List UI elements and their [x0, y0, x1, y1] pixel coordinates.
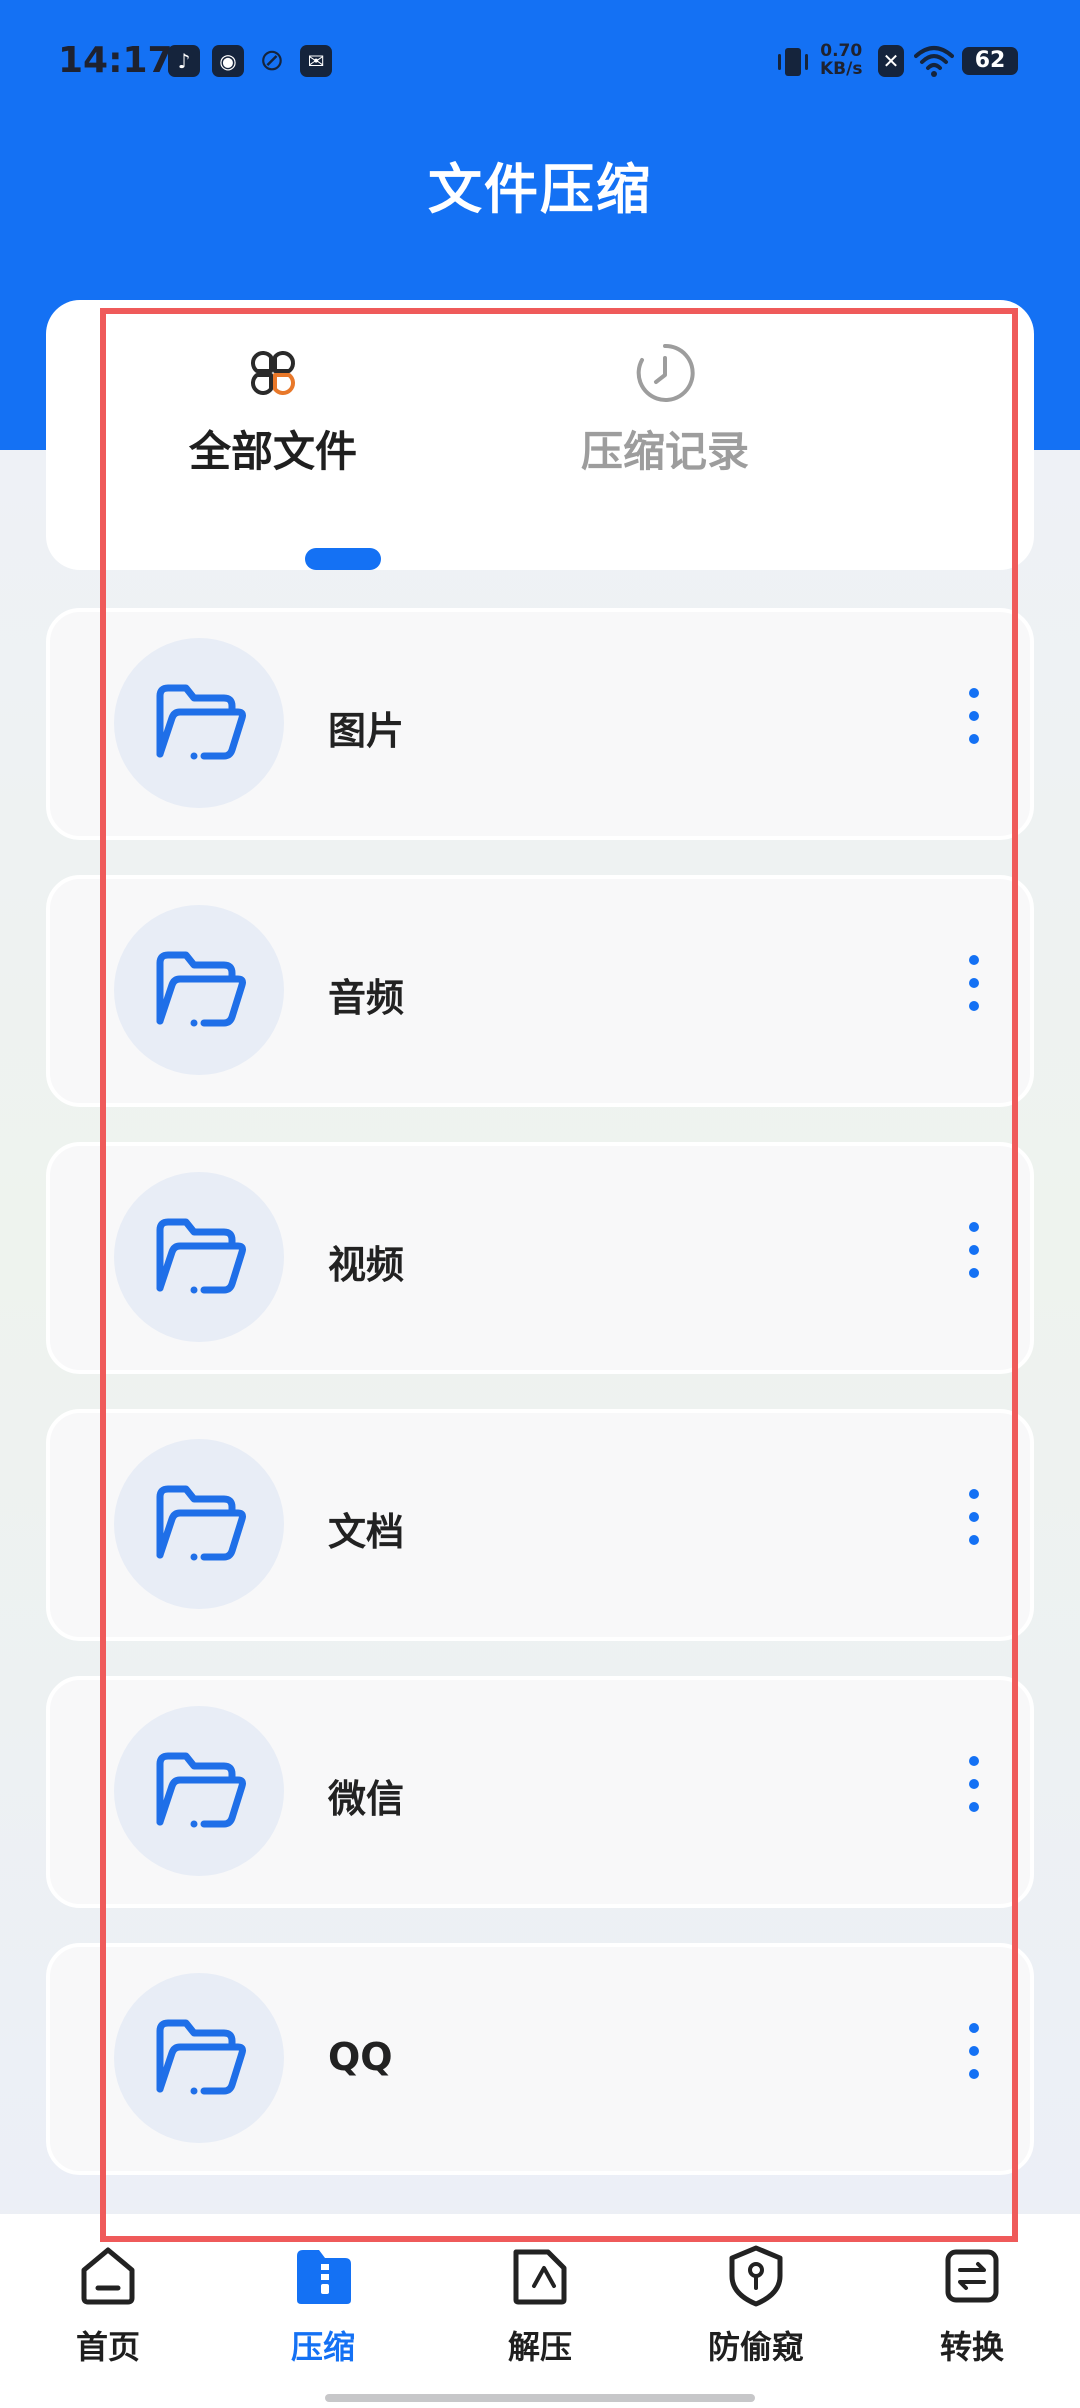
clock-icon	[636, 343, 695, 402]
nav-anti-peep-label: 防偷窥	[707, 2328, 804, 2366]
page-title: 文件压缩	[428, 158, 652, 221]
folder-label: QQ	[328, 2035, 393, 2079]
status-time: 14:17	[58, 40, 173, 81]
folder-item-audio[interactable]: 音频	[46, 875, 1034, 1107]
more-options-button[interactable]	[960, 688, 988, 768]
unzip-icon	[513, 2249, 567, 2305]
folder-icon-container	[114, 1439, 284, 1609]
home-icon	[81, 2247, 135, 2305]
nav-home-label: 首页	[75, 2328, 140, 2366]
network-speed: 0.70 KB/s	[820, 42, 862, 78]
folder-icon-container	[114, 1706, 284, 1876]
tab-all-files[interactable]: 全部文件	[143, 340, 403, 479]
tab-all-files-label: 全部文件	[188, 427, 357, 476]
folder-item-images[interactable]: 图片	[46, 608, 1034, 840]
network-speed-value: 0.70	[820, 41, 863, 61]
active-tab-indicator	[305, 548, 381, 570]
tiktok-icon: ♪	[168, 45, 200, 77]
more-options-button[interactable]	[960, 1222, 988, 1302]
sim-icon: ✕	[878, 45, 904, 77]
more-options-button[interactable]	[960, 955, 988, 1035]
network-speed-unit: KB/s	[820, 59, 863, 79]
more-options-button[interactable]	[960, 2023, 988, 2103]
folder-icon-container	[114, 638, 284, 808]
folder-label: 音频	[328, 976, 405, 1020]
tab-card: 全部文件 压缩记录	[46, 300, 1034, 570]
folder-icon	[156, 1485, 246, 1561]
folder-icon-container	[114, 1172, 284, 1342]
folder-item-qq[interactable]: QQ	[46, 1943, 1034, 2175]
zip-icon	[297, 2250, 351, 2304]
folder-icon	[156, 684, 246, 760]
nav-decompress-label: 解压	[507, 2328, 572, 2366]
nav-compress[interactable]: 压缩	[253, 2244, 393, 2368]
battery-indicator: 62	[962, 47, 1018, 75]
folder-item-documents[interactable]: 文档	[46, 1409, 1034, 1641]
folder-item-video[interactable]: 视频	[46, 1142, 1034, 1374]
shield-icon	[729, 2245, 783, 2307]
nav-convert[interactable]: 转换	[902, 2244, 1042, 2368]
folder-label: 图片	[328, 709, 405, 753]
clover-icon	[251, 351, 295, 395]
folder-label: 视频	[328, 1243, 405, 1287]
bottom-nav: 首页 压缩 解压 防偷窥 转换	[0, 2214, 1080, 2408]
more-options-button[interactable]	[960, 1489, 988, 1569]
folder-label: 文档	[328, 1510, 405, 1554]
more-options-button[interactable]	[960, 1756, 988, 1836]
nav-home[interactable]: 首页	[38, 2244, 178, 2368]
status-bar: 14:17 ♪ ◉ ⊘ ✉ 0.70 KB/s ✕ 62	[0, 0, 1080, 130]
folder-icon	[156, 951, 246, 1027]
tab-compress-history-label: 压缩记录	[580, 427, 749, 476]
folder-icon	[156, 1752, 246, 1828]
folder-item-wechat[interactable]: 微信	[46, 1676, 1034, 1908]
nav-anti-peep[interactable]: 防偷窥	[686, 2244, 826, 2368]
home-indicator	[325, 2394, 755, 2402]
mail-app-icon: ✉	[300, 45, 332, 77]
folder-icon-container	[114, 1973, 284, 2143]
folder-icon	[156, 1218, 246, 1294]
folder-label: 微信	[328, 1777, 405, 1821]
nav-compress-label: 压缩	[290, 2328, 355, 2366]
nav-decompress[interactable]: 解压	[470, 2244, 610, 2368]
vibrate-icon	[778, 48, 808, 76]
nav-convert-label: 转换	[939, 2328, 1004, 2366]
wifi-icon	[914, 46, 954, 77]
camera-app-icon: ◉	[212, 45, 244, 77]
planet-app-icon: ⊘	[259, 43, 285, 78]
folder-icon-container	[114, 905, 284, 1075]
tab-compress-history[interactable]: 压缩记录	[535, 340, 795, 479]
folder-icon	[156, 2019, 246, 2095]
convert-icon	[945, 2249, 999, 2303]
